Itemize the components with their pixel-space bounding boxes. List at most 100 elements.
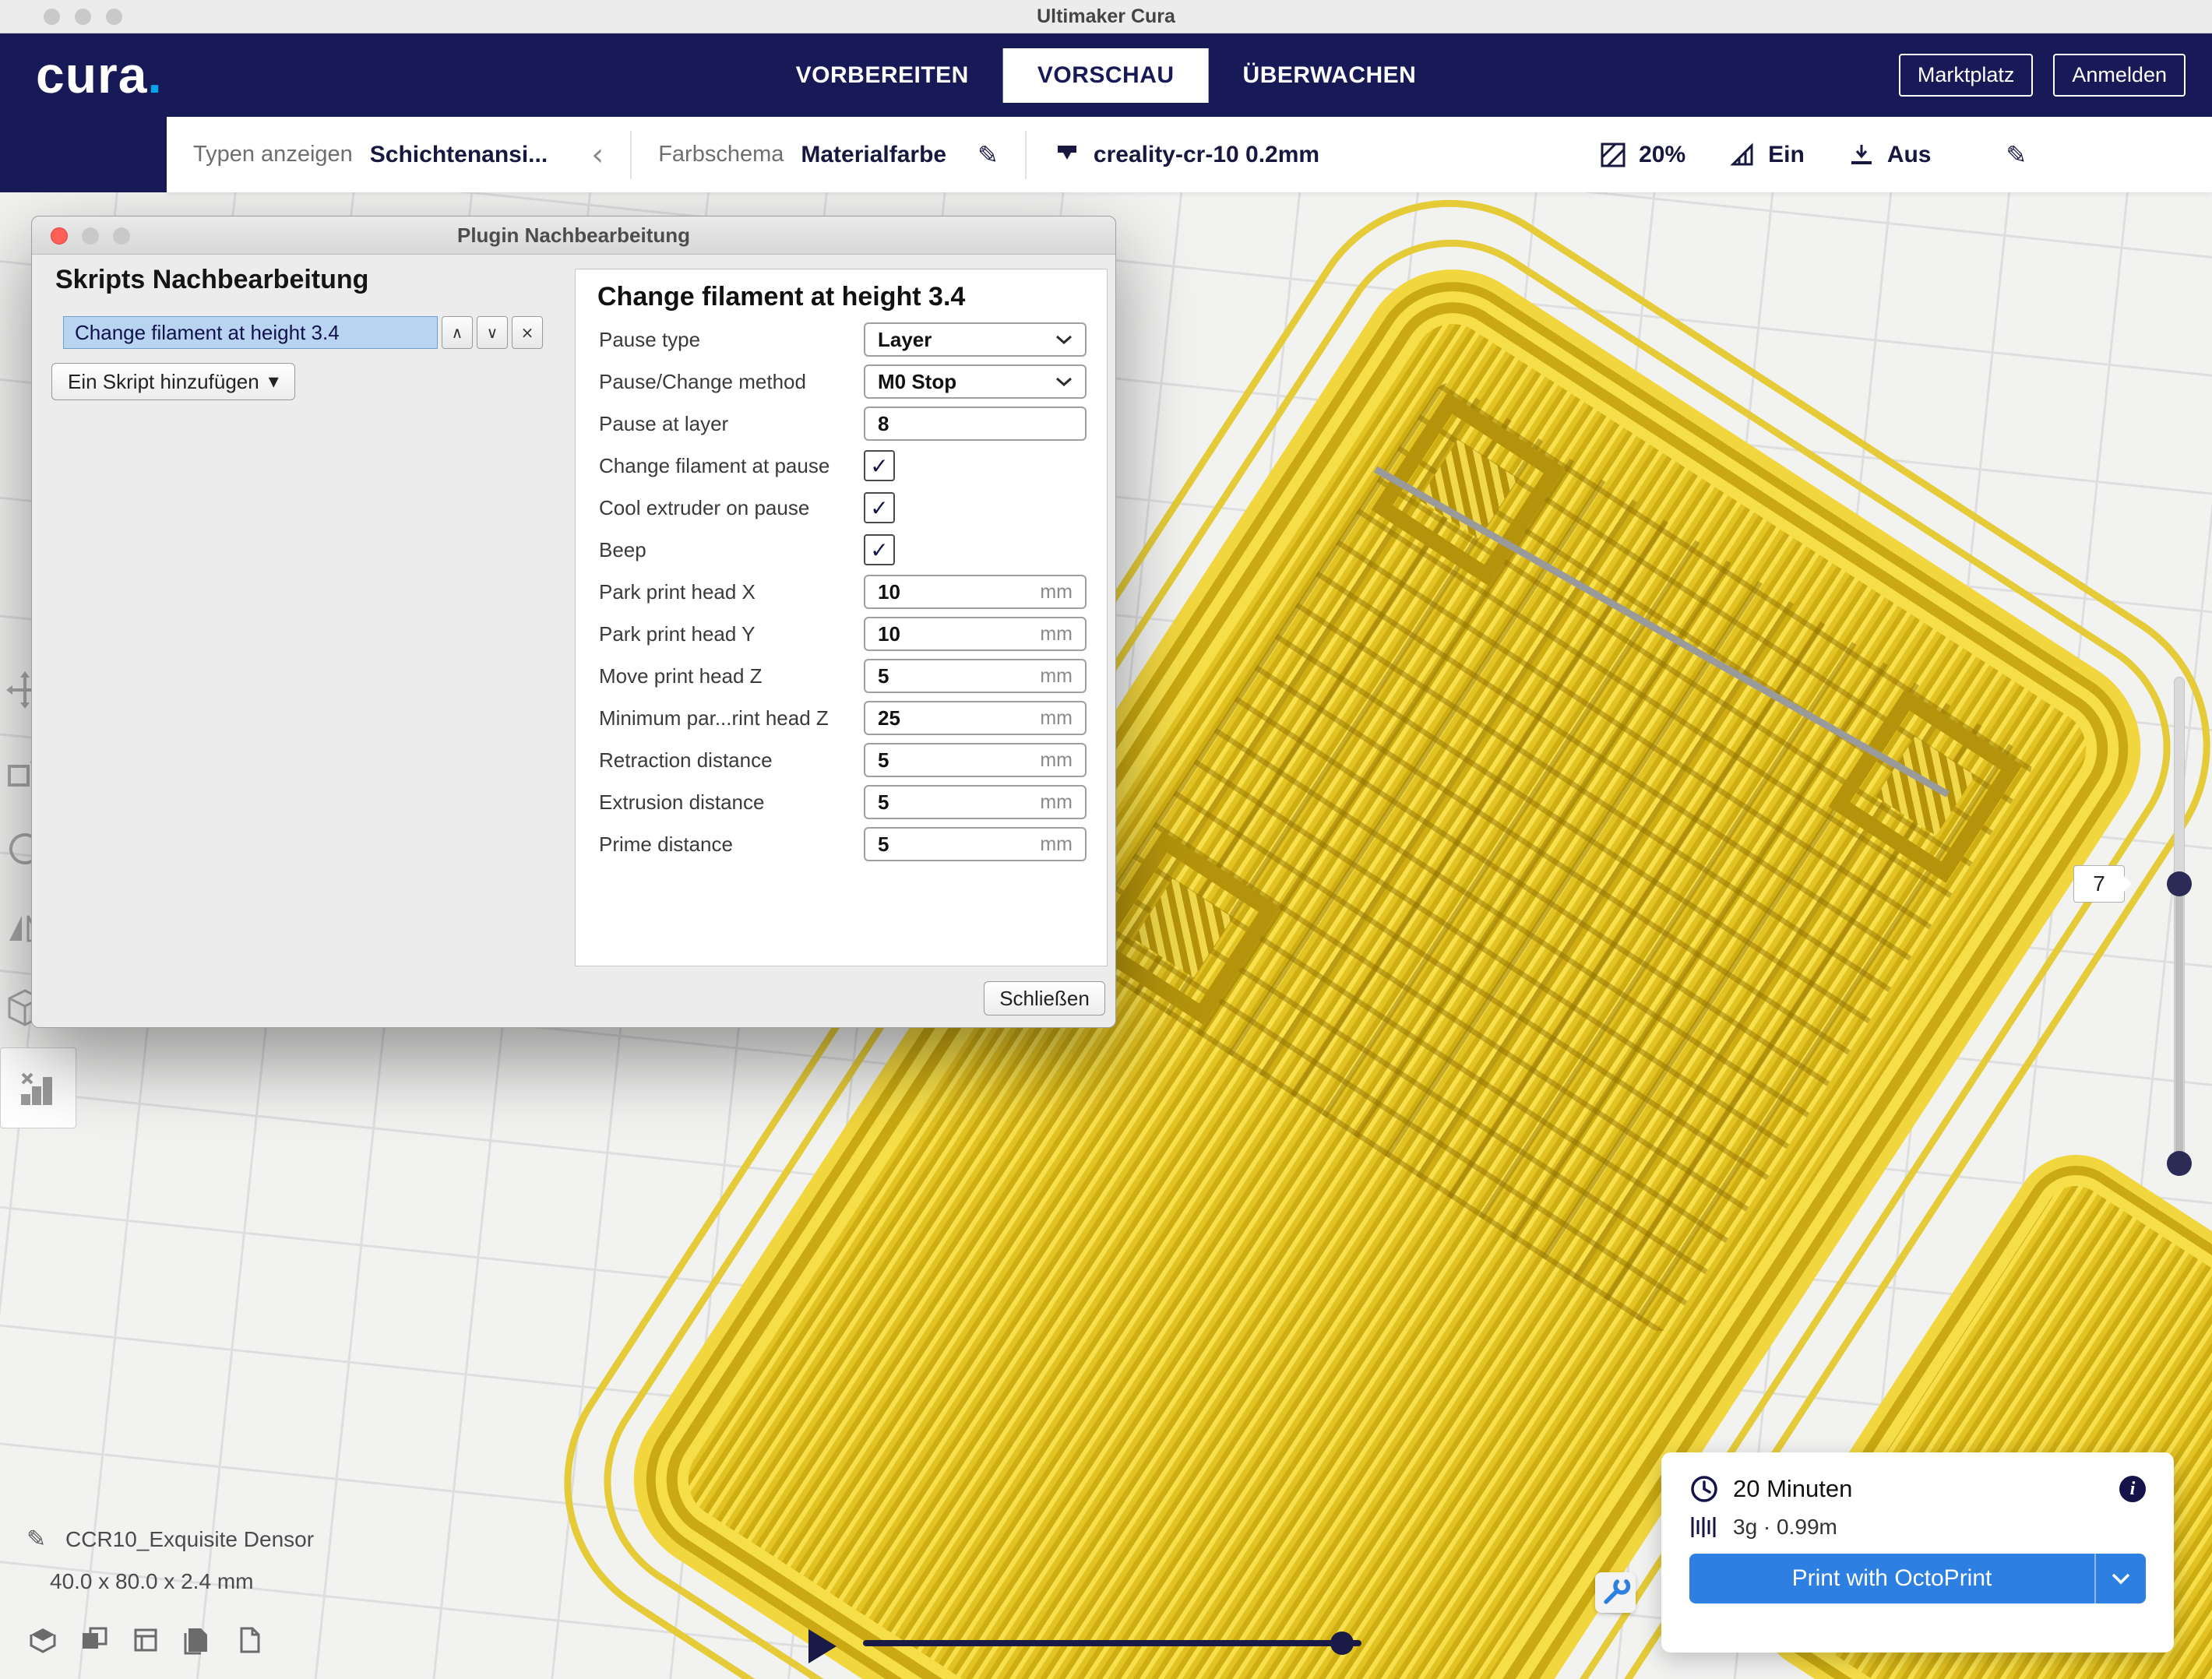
view-type-selector[interactable]: Typen anzeigen Schichtenansi... ‹ xyxy=(167,117,630,192)
script-list-item-selected[interactable]: Change filament at height 3.4 xyxy=(63,316,438,349)
post-processing-dialog: Plugin Nachbearbeitung Skripts Nachbearb… xyxy=(31,216,1116,1028)
view-type-label: Typen anzeigen xyxy=(193,142,353,167)
layer-slider-lower-handle[interactable] xyxy=(2167,1151,2192,1176)
input-unit: mm xyxy=(1040,707,1073,730)
select-value: Layer xyxy=(878,328,932,352)
add-script-button[interactable]: Ein Skript hinzufügen ▾ xyxy=(51,363,295,400)
tool-popout-panel[interactable] xyxy=(0,1047,76,1128)
layer-number-badge: 7 xyxy=(2073,865,2125,903)
remove-script-button[interactable]: × xyxy=(512,316,543,349)
rename-pencil-icon[interactable]: ✎ xyxy=(26,1526,46,1553)
print-info-card: 20 Minuten i 3g · 0.99m Print with OctoP… xyxy=(1661,1452,2174,1653)
model-name: CCR10_Exquisite Densor xyxy=(65,1527,314,1552)
input-value: 25 xyxy=(878,706,900,730)
dialog-title: Plugin Nachbearbeitung xyxy=(32,216,1115,255)
clock-icon xyxy=(1689,1474,1719,1504)
close-dialog-button[interactable]: Schließen xyxy=(984,981,1105,1015)
form-row-pause-at-layer: Pause at layer8 xyxy=(576,403,1107,445)
field-label: Park print head X xyxy=(599,580,864,604)
signin-button[interactable]: Anmelden xyxy=(2053,54,2186,97)
select-pause-type[interactable]: Layer xyxy=(864,322,1087,357)
input-unit: mm xyxy=(1040,833,1073,856)
input-prime-distance[interactable]: 5 mm xyxy=(864,827,1087,861)
checkbox-beep[interactable]: ✓ xyxy=(864,534,895,565)
scene-action-icon-5[interactable] xyxy=(232,1624,265,1656)
scene-action-icon-4[interactable] xyxy=(181,1624,213,1656)
field-control: 5 mm xyxy=(864,785,1087,819)
input-unit: mm xyxy=(1040,791,1073,814)
dialog-titlebar[interactable]: Plugin Nachbearbeitung xyxy=(32,216,1115,255)
field-control: M0 Stop xyxy=(864,364,1087,399)
select-pause-change-method[interactable]: M0 Stop xyxy=(864,364,1087,399)
layer-slider-upper-handle[interactable] xyxy=(2167,871,2192,896)
form-row-minimum-par-rint-head-z: Minimum par...rint head Z 25 mm xyxy=(576,697,1107,739)
marketplace-button[interactable]: Marktplatz xyxy=(1899,54,2034,97)
scene-action-icon-1[interactable] xyxy=(26,1624,59,1656)
edit-print-settings-icon[interactable]: ✎ xyxy=(2006,140,2027,170)
simulation-slider-track[interactable] xyxy=(863,1640,1361,1646)
field-label: Change filament at pause xyxy=(599,454,864,478)
tab-vorbereiten[interactable]: VORBEREITEN xyxy=(762,48,1003,103)
input-minimum-par-rint-head-z[interactable]: 25 mm xyxy=(864,701,1087,735)
form-row-move-print-head-z: Move print head Z5mm xyxy=(576,655,1107,697)
dialog-minimize-icon xyxy=(82,227,99,245)
checkbox-cool-extruder-on-pause[interactable]: ✓ xyxy=(864,492,895,523)
scene-action-icon-2[interactable] xyxy=(78,1624,111,1656)
add-script-label: Ein Skript hinzufügen xyxy=(68,370,259,394)
print-settings-summary[interactable]: creality-cr-10 0.2mm 20% Ein Aus ✎ xyxy=(1027,117,2212,192)
simulation-slider-handle[interactable] xyxy=(1330,1631,1354,1655)
support-value: Ein xyxy=(1768,142,1805,168)
tab-vorschau[interactable]: VORSCHAU xyxy=(1003,48,1209,103)
move-script-down-button[interactable]: ∨ xyxy=(477,316,508,349)
app-header: cura. VORBEREITEN VORSCHAU ÜBERWACHEN Ma… xyxy=(0,33,2212,117)
edit-pencil-icon[interactable]: ✎ xyxy=(977,140,999,170)
input-park-print-head-y[interactable]: 10mm xyxy=(864,617,1087,651)
checkbox-change-filament-at-pause[interactable]: ✓ xyxy=(864,450,895,481)
window-title: Ultimaker Cura xyxy=(0,0,2212,33)
move-script-up-button[interactable]: ∧ xyxy=(442,316,473,349)
script-settings-heading: Change filament at height 3.4 xyxy=(597,282,1107,312)
field-label: Pause at layer xyxy=(599,412,864,436)
form-row-park-print-head-x: Park print head X 10 mm xyxy=(576,571,1107,613)
field-control: 8 xyxy=(864,407,1087,441)
field-label: Prime distance xyxy=(599,832,864,857)
adhesion-icon xyxy=(1848,142,1875,168)
input-value: 5 xyxy=(878,790,889,815)
form-row-prime-distance: Prime distance 5 mm xyxy=(576,823,1107,865)
field-control: ✓ xyxy=(864,534,1087,565)
play-button[interactable] xyxy=(808,1629,837,1663)
print-with-octoprint-button[interactable]: Print with OctoPrint xyxy=(1689,1554,2094,1603)
field-label: Retraction distance xyxy=(599,748,864,773)
input-retraction-distance[interactable]: 5mm xyxy=(864,743,1087,777)
input-value: 10 xyxy=(878,580,900,604)
script-settings-panel: Change filament at height 3.4 Pause type… xyxy=(575,269,1108,966)
header-extension xyxy=(0,117,167,192)
collapse-chevron-icon[interactable]: ‹ xyxy=(591,139,604,171)
input-unit: mm xyxy=(1040,581,1073,604)
input-unit: mm xyxy=(1040,749,1073,772)
scene-action-icon-3[interactable] xyxy=(129,1624,162,1656)
view-type-value: Schichtenansi... xyxy=(370,142,548,168)
field-control: 5mm xyxy=(864,659,1087,693)
input-move-print-head-z[interactable]: 5mm xyxy=(864,659,1087,693)
field-label: Minimum par...rint head Z xyxy=(599,706,864,730)
input-park-print-head-x[interactable]: 10 mm xyxy=(864,575,1087,609)
macos-titlebar: Ultimaker Cura xyxy=(0,0,2212,33)
print-options-dropdown[interactable] xyxy=(2094,1554,2146,1603)
caret-down-icon: ▾ xyxy=(269,370,279,393)
field-label: Pause type xyxy=(599,328,864,352)
scene-action-icons xyxy=(26,1624,265,1656)
field-label: Cool extruder on pause xyxy=(599,496,864,520)
wrench-button[interactable] xyxy=(1595,1572,1636,1613)
info-icon[interactable]: i xyxy=(2119,1476,2146,1502)
field-label: Beep xyxy=(599,538,864,562)
input-extrusion-distance[interactable]: 5 mm xyxy=(864,785,1087,819)
input-value: 5 xyxy=(878,832,889,857)
dialog-zoom-icon xyxy=(113,227,130,245)
print-time-estimate: 20 Minuten xyxy=(1733,1475,1852,1503)
tab-ueberwachen[interactable]: ÜBERWACHEN xyxy=(1209,48,1451,103)
field-label: Extrusion distance xyxy=(599,790,864,815)
dialog-close-icon[interactable] xyxy=(51,227,68,245)
color-scheme-selector[interactable]: Farbschema Materialfarbe ✎ xyxy=(632,117,1025,192)
input-pause-at-layer[interactable]: 8 xyxy=(864,407,1087,441)
